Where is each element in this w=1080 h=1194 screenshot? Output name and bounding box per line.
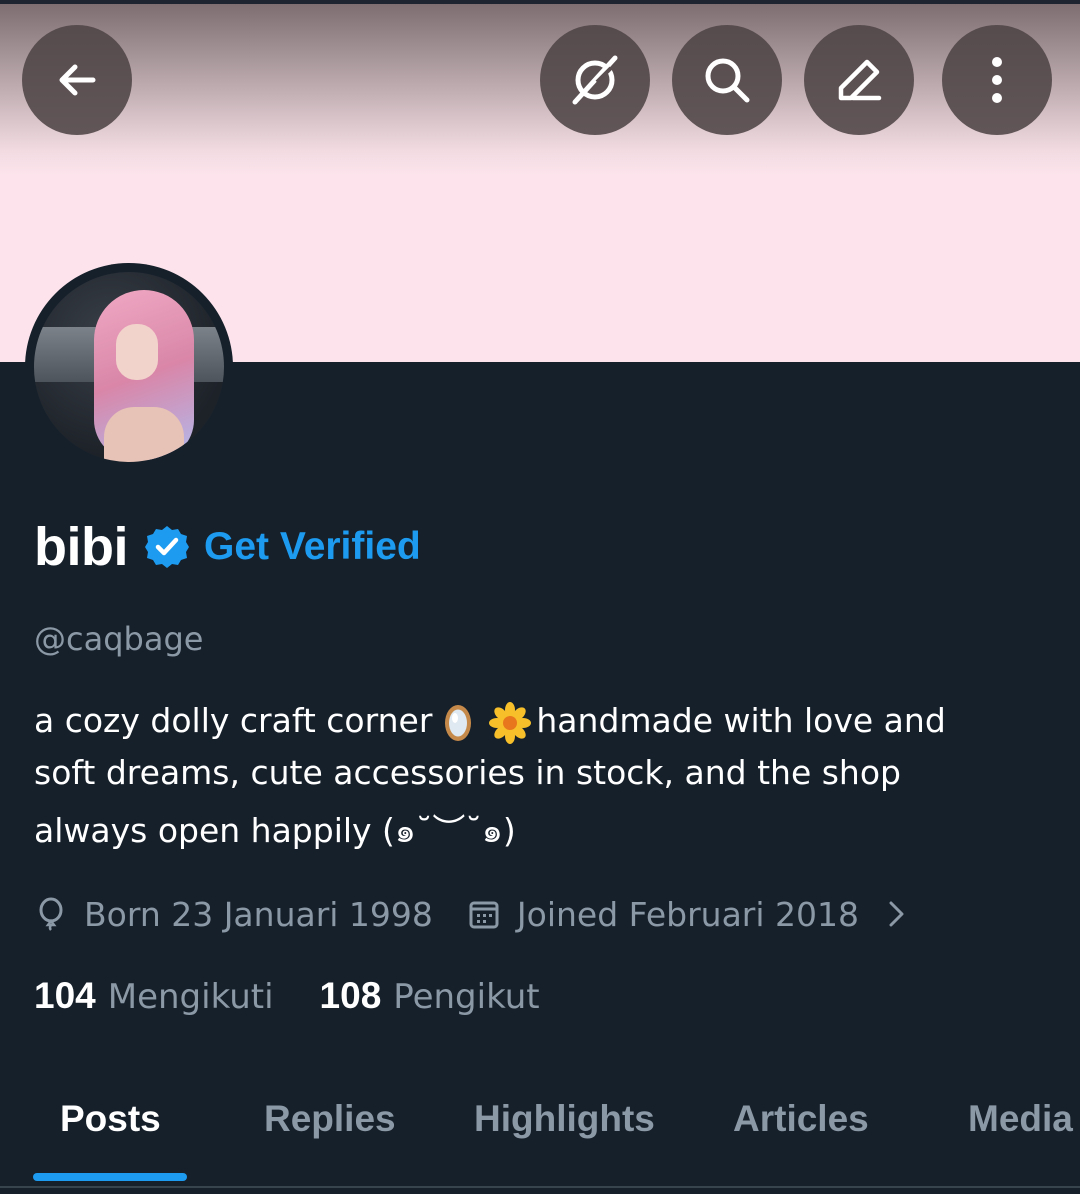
followers-count: 108: [319, 975, 382, 1016]
profile-bio: a cozy dolly craft corner handmade with …: [34, 695, 1044, 857]
get-verified-link[interactable]: Get Verified: [204, 525, 421, 569]
grok-icon: [572, 55, 618, 105]
tab-articles[interactable]: Articles: [733, 1098, 869, 1140]
edit-icon: [838, 59, 882, 101]
bio-line-1: a cozy dolly craft corner handmade with …: [34, 695, 1044, 747]
avatar[interactable]: [25, 263, 233, 471]
status-divider: [0, 0, 1080, 4]
birth-date: Born 23 Januari 1998: [84, 894, 433, 934]
following-link[interactable]: 104 Mengikuti: [34, 975, 274, 1017]
avatar-photo: [34, 272, 224, 462]
grok-button[interactable]: [540, 25, 650, 135]
profile-tabs: Posts Replies Highlights Articles Media: [0, 1080, 1080, 1194]
active-tab-indicator: [33, 1173, 187, 1181]
back-button[interactable]: [22, 25, 132, 135]
verified-badge-icon[interactable]: [144, 524, 190, 570]
profile-handle: @caqbage: [34, 620, 204, 658]
chevron-right-icon[interactable]: [881, 899, 911, 929]
edit-button[interactable]: [804, 25, 914, 135]
balloon-icon: [39, 897, 63, 931]
profile-name-row: bibi Get Verified: [34, 512, 421, 582]
search-icon: [705, 58, 750, 103]
bio-line-2: soft dreams, cute accessories in stock, …: [34, 753, 901, 792]
bio-line-3: always open happily (๑˘︶˘๑): [34, 811, 516, 850]
follow-stats: 104 Mengikuti 108 Pengikut: [34, 970, 540, 1022]
arrow-left-icon: [59, 64, 96, 96]
followers-label: Pengikut: [393, 977, 540, 1017]
profile-meta: Born 23 Januari 1998 Joined Februari 201…: [34, 888, 927, 940]
following-label: Mengikuti: [107, 977, 274, 1017]
following-count: 104: [34, 975, 96, 1016]
more-button[interactable]: [942, 25, 1052, 135]
more-vertical-icon: [992, 57, 1002, 103]
mirror-emoji: [445, 704, 472, 741]
joined-date: Joined Februari 2018: [516, 894, 860, 934]
calendar-icon: [469, 901, 499, 929]
display-name: bibi: [34, 517, 128, 577]
tab-replies[interactable]: Replies: [264, 1098, 396, 1140]
blossom-emoji: [489, 701, 532, 744]
tabs-divider: [0, 1186, 1080, 1188]
tab-highlights[interactable]: Highlights: [474, 1098, 655, 1140]
tab-media[interactable]: Media: [968, 1098, 1073, 1140]
search-button[interactable]: [672, 25, 782, 135]
followers-link[interactable]: 108 Pengikut: [320, 975, 540, 1017]
tab-posts[interactable]: Posts: [60, 1098, 161, 1140]
